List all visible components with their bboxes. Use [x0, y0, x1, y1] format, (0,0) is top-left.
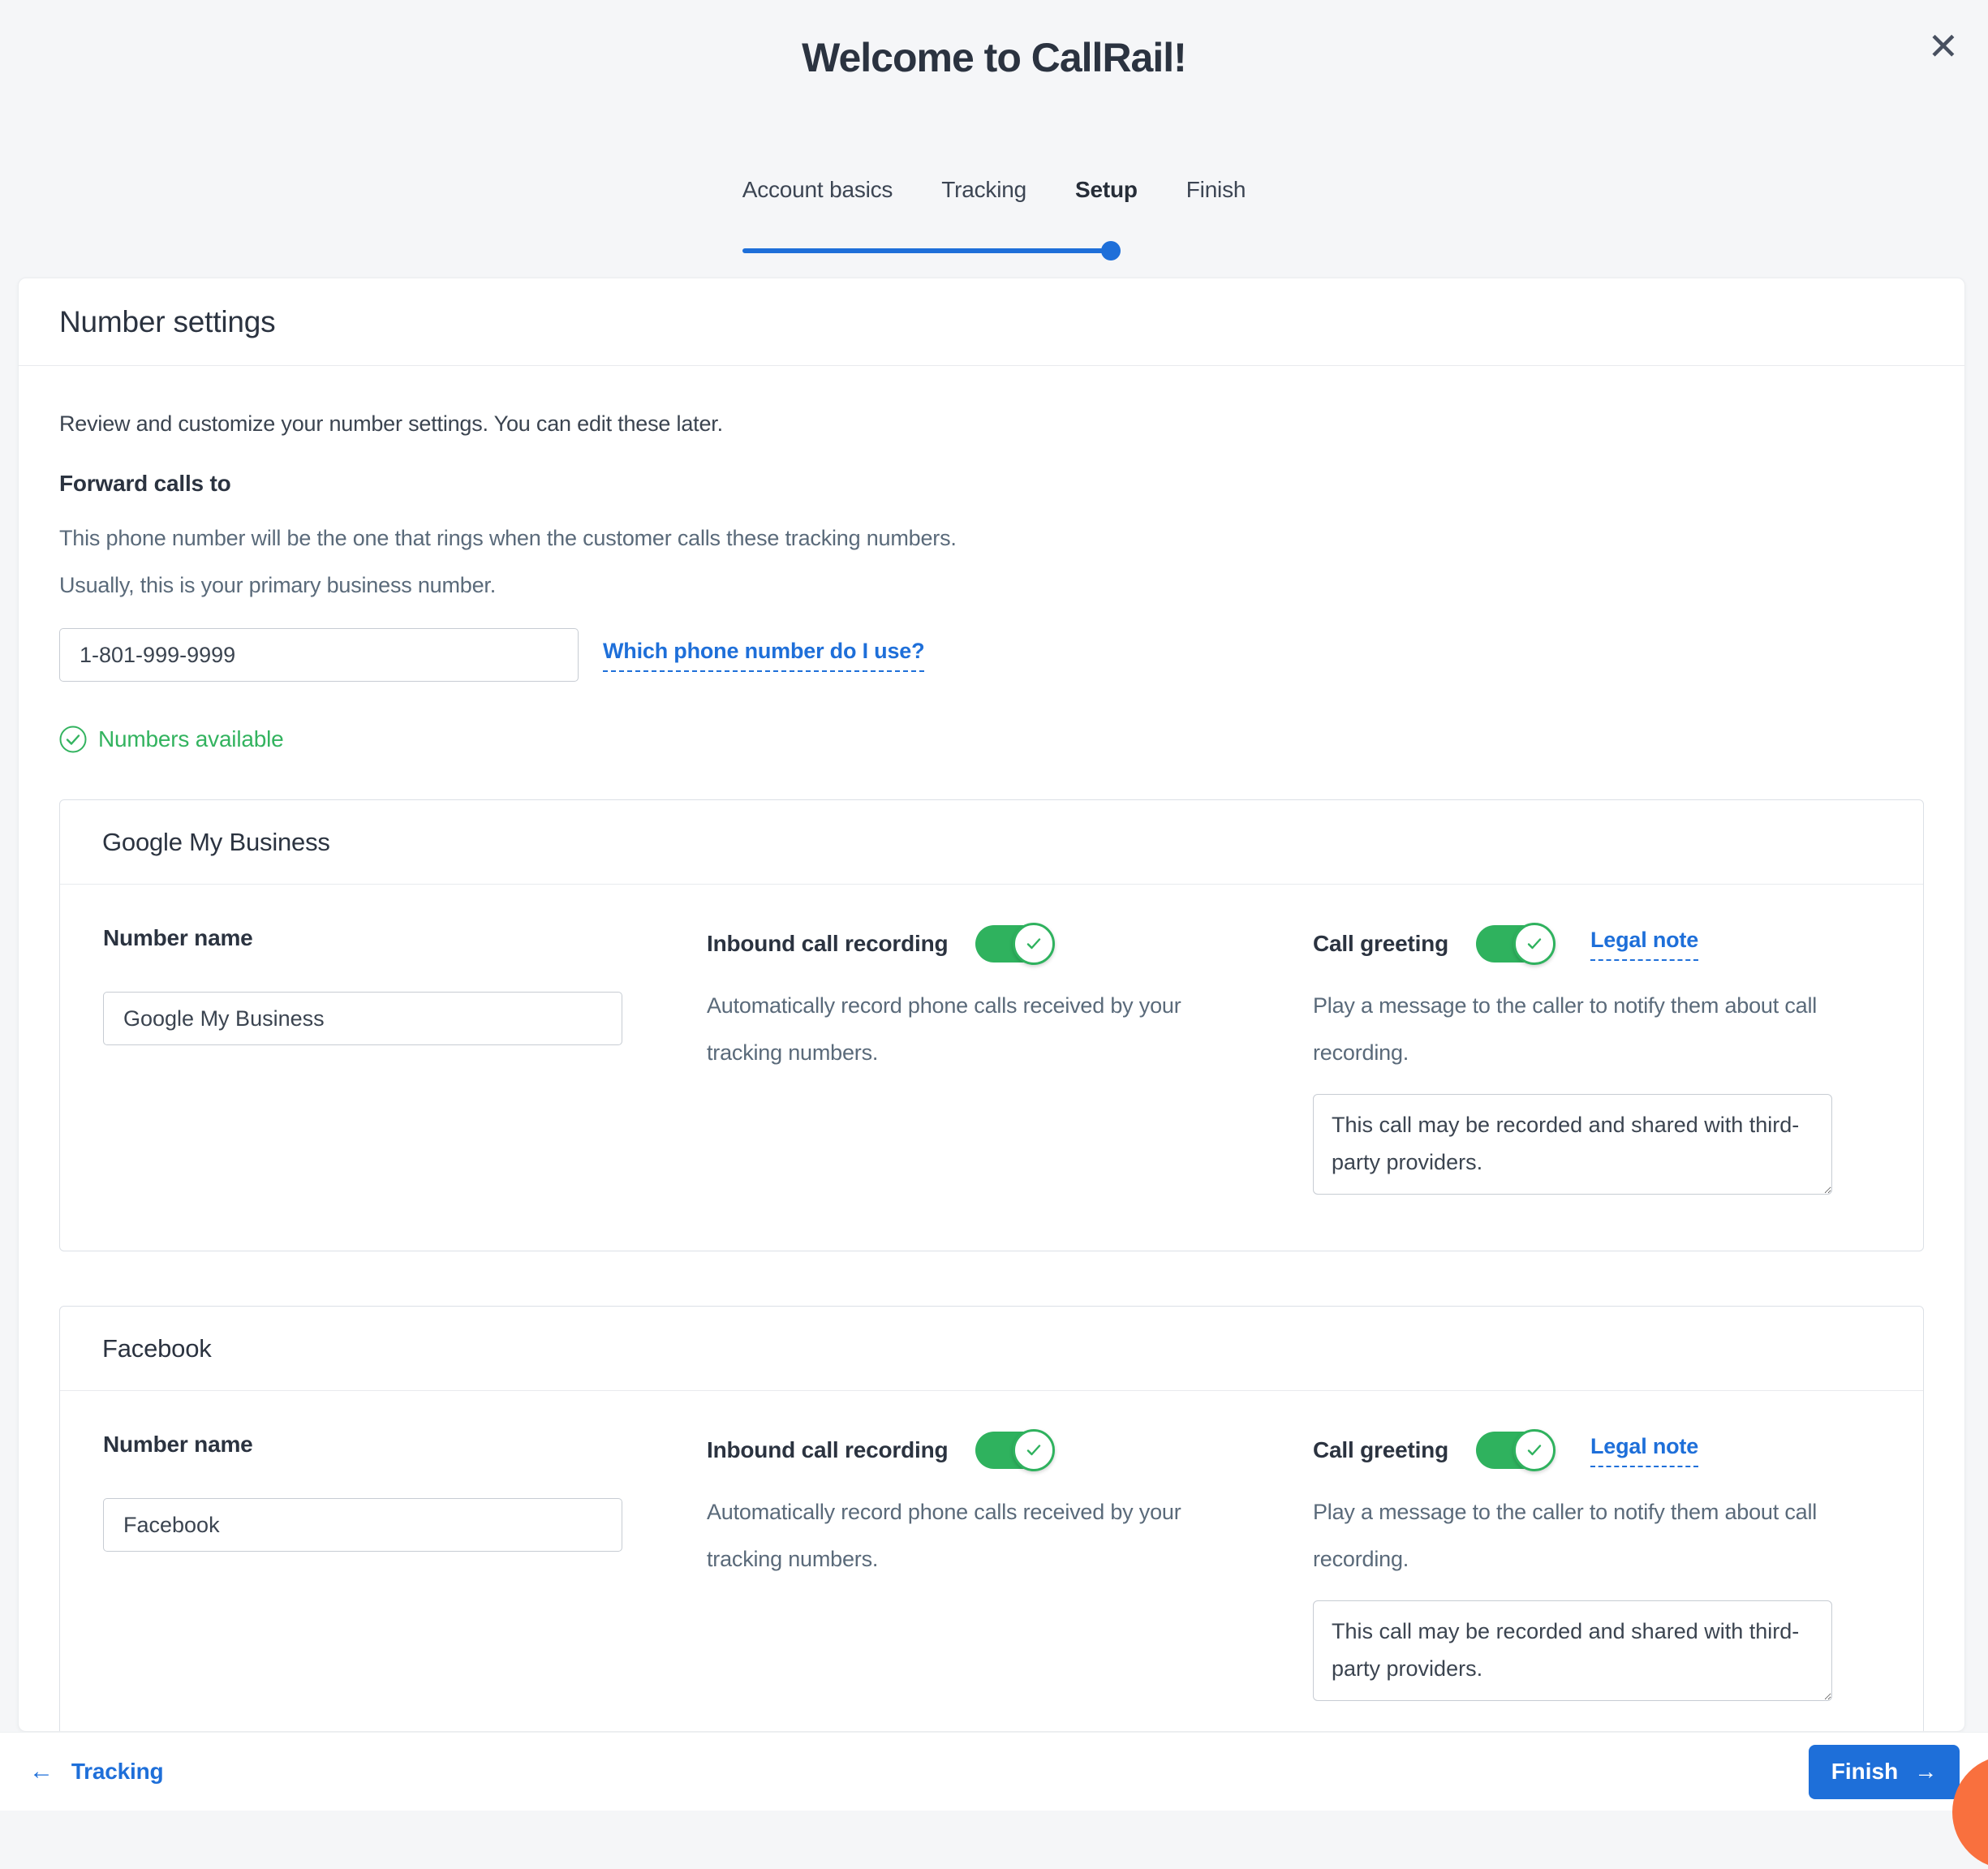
number-section-facebook: Facebook Number name Inbound call record… [59, 1306, 1924, 1732]
inbound-recording-description: Automatically record phone calls receive… [707, 1488, 1246, 1583]
page-title: Welcome to CallRail! [0, 34, 1988, 81]
toggle-check-icon [1513, 923, 1556, 965]
wizard-footer: ← Tracking Finish → [0, 1732, 1988, 1811]
tab-setup[interactable]: Setup [1075, 177, 1138, 203]
step-progress-line [742, 248, 1111, 253]
number-name-input[interactable] [103, 1498, 622, 1552]
left-arrow-icon: ← [29, 1758, 54, 1785]
forward-calls-label: Forward calls to [59, 471, 1924, 497]
finish-button[interactable]: Finish → [1809, 1745, 1960, 1799]
forward-phone-input[interactable] [59, 628, 579, 682]
step-progress-dot [1101, 241, 1121, 261]
close-icon[interactable]: ✕ [1928, 28, 1959, 65]
back-link-label: Tracking [71, 1759, 164, 1785]
number-name-input[interactable] [103, 992, 622, 1045]
inbound-recording-toggle[interactable] [975, 925, 1052, 962]
section-header: Google My Business [60, 800, 1923, 885]
forward-calls-description: This phone number will be the one that r… [59, 515, 1000, 609]
card-title: Number settings [59, 305, 275, 339]
tab-account-basics[interactable]: Account basics [742, 177, 893, 203]
call-greeting-toggle[interactable] [1476, 925, 1553, 962]
check-circle-icon [59, 726, 87, 753]
legal-note-link[interactable]: Legal note [1590, 928, 1698, 961]
toggle-check-icon [1013, 1429, 1055, 1471]
toggle-check-icon [1013, 923, 1055, 965]
wizard-header: Welcome to CallRail! [0, 0, 1988, 81]
right-arrow-icon: → [1914, 1759, 1937, 1785]
card-header: Number settings [19, 278, 1964, 366]
section-title: Google My Business [102, 828, 330, 857]
inbound-recording-toggle[interactable] [975, 1432, 1052, 1469]
greeting-message-textarea[interactable]: This call may be recorded and shared wit… [1313, 1094, 1832, 1195]
section-title: Facebook [102, 1334, 212, 1363]
status-text: Numbers available [98, 726, 284, 752]
inbound-recording-label: Inbound call recording [707, 1437, 948, 1463]
back-to-tracking-link[interactable]: ← Tracking [29, 1758, 163, 1785]
call-greeting-toggle[interactable] [1476, 1432, 1553, 1469]
tab-finish[interactable]: Finish [1186, 177, 1246, 203]
legal-note-link[interactable]: Legal note [1590, 1434, 1698, 1467]
inbound-recording-description: Automatically record phone calls receive… [707, 982, 1246, 1076]
call-greeting-label: Call greeting [1313, 931, 1448, 957]
numbers-available-status: Numbers available [59, 726, 1924, 753]
section-header: Facebook [60, 1307, 1923, 1391]
number-name-label: Number name [103, 925, 253, 951]
toggle-check-icon [1513, 1429, 1556, 1471]
greeting-message-textarea[interactable]: This call may be recorded and shared wit… [1313, 1600, 1832, 1701]
tab-tracking[interactable]: Tracking [941, 177, 1026, 203]
call-greeting-description: Play a message to the caller to notify t… [1313, 1488, 1889, 1583]
phone-help-link[interactable]: Which phone number do I use? [603, 639, 924, 672]
number-settings-card: Number settings Review and customize you… [18, 278, 1965, 1732]
number-section-google-my-business: Google My Business Number name Inbound c… [59, 799, 1924, 1251]
call-greeting-label: Call greeting [1313, 1437, 1448, 1463]
finish-button-label: Finish [1831, 1759, 1898, 1785]
call-greeting-description: Play a message to the caller to notify t… [1313, 982, 1889, 1076]
number-name-label: Number name [103, 1432, 253, 1458]
inbound-recording-label: Inbound call recording [707, 931, 948, 957]
wizard-steps: Account basics Tracking Setup Finish [742, 177, 1246, 279]
intro-text: Review and customize your number setting… [59, 411, 1924, 437]
